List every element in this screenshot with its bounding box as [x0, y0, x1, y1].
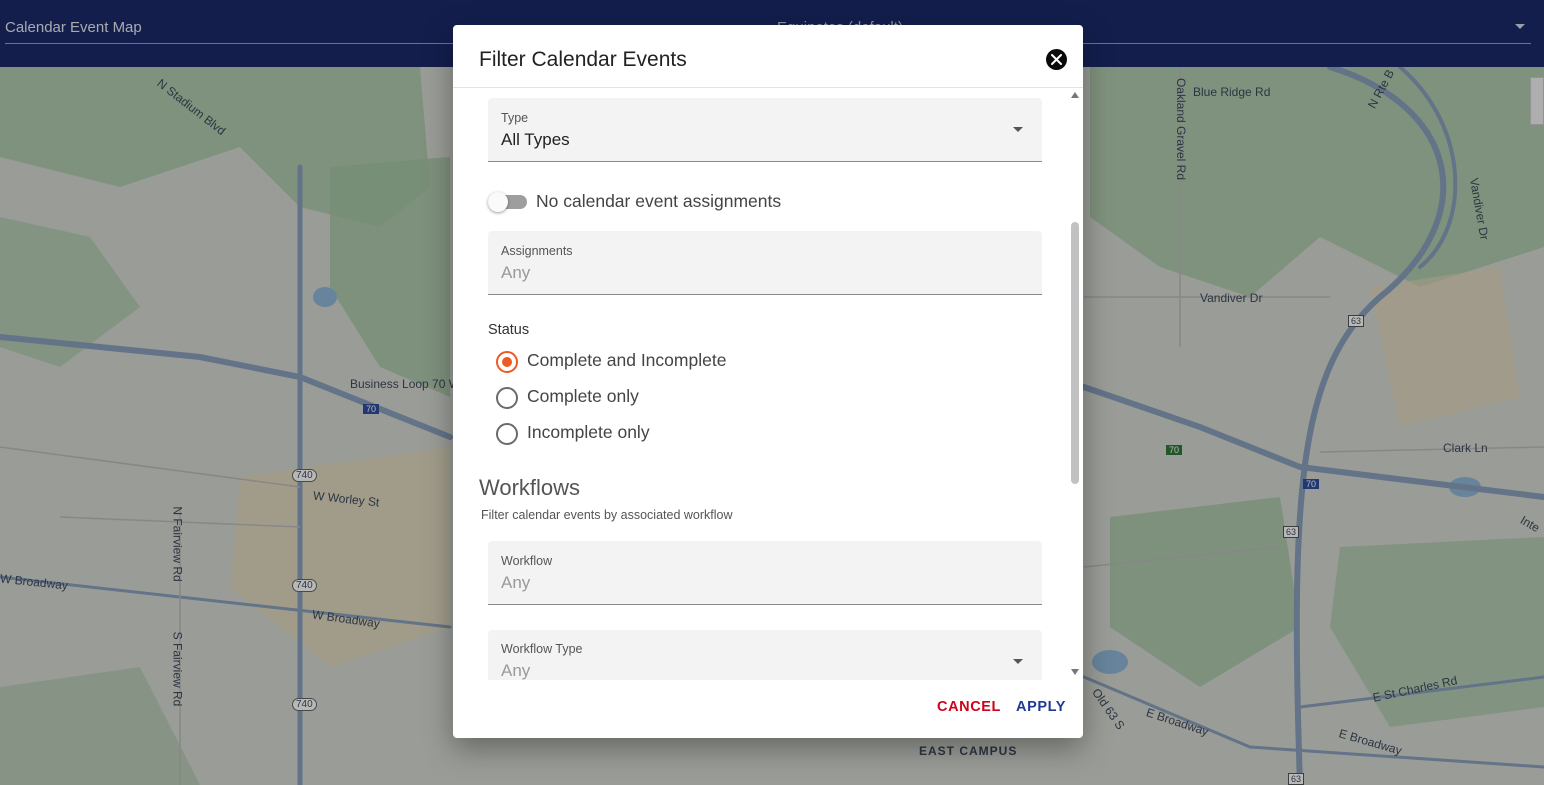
chevron-down-icon	[1013, 127, 1023, 132]
no-assignments-toggle[interactable]	[488, 191, 528, 213]
radio-label: Complete and Incomplete	[527, 350, 727, 370]
workflow-type-label: Workflow Type	[501, 642, 583, 656]
dialog-title: Filter Calendar Events	[479, 48, 687, 71]
type-value: All Types	[501, 130, 570, 149]
toggle-thumb	[488, 192, 508, 212]
assignments-label: Assignments	[501, 244, 573, 258]
no-assignments-label[interactable]: No calendar event assignments	[536, 191, 781, 212]
scrollbar-thumb[interactable]	[1071, 222, 1079, 484]
radio-selected-icon	[496, 351, 518, 373]
apply-button[interactable]: APPLY	[1016, 699, 1066, 715]
type-select[interactable]: Type All Types	[488, 98, 1042, 162]
dialog-body: Type All Types No calendar event assignm…	[453, 88, 1083, 680]
workflow-type-placeholder: Any	[501, 661, 531, 680]
assignments-field[interactable]: Assignments Any	[488, 231, 1042, 295]
dialog-footer: CANCEL APPLY	[453, 680, 1083, 738]
workflow-placeholder: Any	[501, 573, 531, 592]
cancel-button[interactable]: CANCEL	[937, 699, 1001, 715]
dialog-header: Filter Calendar Events	[453, 25, 1083, 88]
workflow-type-select[interactable]: Workflow Type Any	[488, 630, 1042, 680]
workflows-section-title: Workflows	[479, 475, 581, 500]
scroll-up-icon[interactable]	[1071, 92, 1079, 98]
radio-label: Incomplete only	[527, 422, 650, 442]
close-icon[interactable]	[1046, 49, 1067, 70]
radio-label: Complete only	[527, 386, 639, 406]
workflows-section-subtitle: Filter calendar events by associated wor…	[481, 508, 733, 522]
scroll-down-icon[interactable]	[1071, 669, 1079, 675]
workflow-field[interactable]: Workflow Any	[488, 541, 1042, 605]
status-label: Status	[488, 322, 530, 338]
type-label: Type	[501, 111, 529, 125]
filter-dialog: Filter Calendar Events Type All Types No…	[453, 25, 1083, 738]
radio-unselected-icon	[496, 387, 518, 409]
chevron-down-icon	[1013, 659, 1023, 664]
workflow-label: Workflow	[501, 554, 553, 568]
radio-unselected-icon	[496, 423, 518, 445]
assignments-placeholder: Any	[501, 263, 531, 282]
